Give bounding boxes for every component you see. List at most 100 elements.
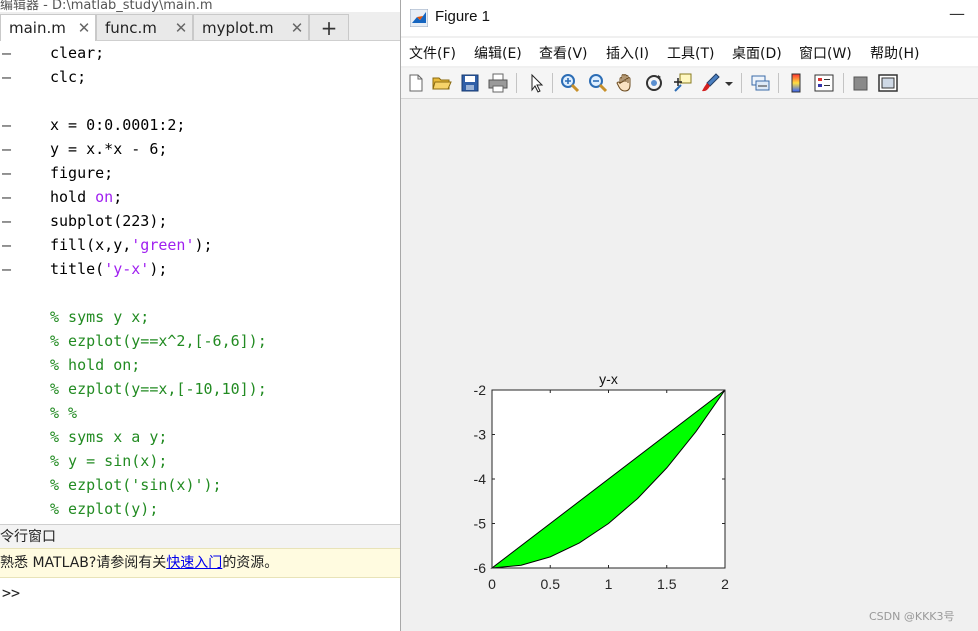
code-line[interactable]: % % bbox=[0, 401, 400, 425]
command-window-header: 令行窗口 bbox=[0, 524, 400, 549]
code-line[interactable]: – hold on; bbox=[0, 185, 400, 209]
menu-insert[interactable]: 插入(I) bbox=[606, 43, 649, 63]
code-token: hold bbox=[50, 188, 96, 206]
zoom-out-icon[interactable] bbox=[587, 72, 609, 94]
rotate-3d-icon[interactable] bbox=[643, 72, 665, 94]
menu-tools[interactable]: 工具(T) bbox=[667, 43, 714, 63]
code-text: % ezplot('sin(x)'); bbox=[50, 473, 222, 497]
code-line[interactable]: % ezplot(y); bbox=[0, 497, 400, 518]
menu-file[interactable]: 文件(F) bbox=[409, 43, 456, 63]
code-line[interactable]: – clear; bbox=[0, 41, 400, 65]
code-token: figure; bbox=[50, 164, 114, 182]
code-line[interactable]: – title('y-x'); bbox=[0, 257, 400, 281]
minimize-button[interactable]: — bbox=[949, 4, 965, 23]
y-tick-label: -4 bbox=[474, 471, 487, 487]
zoom-in-icon[interactable] bbox=[559, 72, 581, 94]
code-line[interactable]: – y = x.*x - 6; bbox=[0, 137, 400, 161]
code-line[interactable] bbox=[0, 281, 400, 305]
x-tick-label: 0.5 bbox=[541, 576, 561, 592]
code-token: clc; bbox=[50, 68, 87, 86]
code-text: hold on; bbox=[50, 185, 122, 209]
code-text: y = x.*x - 6; bbox=[50, 137, 167, 161]
breakpoint-marker[interactable]: – bbox=[2, 257, 12, 281]
pointer-icon[interactable] bbox=[525, 72, 547, 94]
close-icon[interactable]: ✕ bbox=[170, 19, 192, 37]
code-line[interactable]: – subplot(223); bbox=[0, 209, 400, 233]
code-line[interactable]: % syms x a y; bbox=[0, 425, 400, 449]
figure-title: Figure 1 bbox=[435, 8, 491, 25]
code-text: % ezplot(y==x,[-10,10]); bbox=[50, 377, 267, 401]
tab-label: main.m bbox=[9, 19, 66, 37]
code-line[interactable]: % ezplot('sin(x)'); bbox=[0, 473, 400, 497]
code-token: % ezplot(y==x^2,[-6,6]); bbox=[50, 332, 267, 350]
editor-title: 编辑器 - D:\matlab_study\main.m bbox=[0, 0, 213, 13]
menu-edit[interactable]: 编辑(E) bbox=[474, 43, 522, 63]
code-line[interactable]: % syms y x; bbox=[0, 305, 400, 329]
banner-text-prefix: 熟悉 MATLAB?请参阅有关 bbox=[0, 555, 167, 571]
code-line[interactable]: – clc; bbox=[0, 65, 400, 89]
code-text: % syms y x; bbox=[50, 305, 149, 329]
close-icon[interactable]: ✕ bbox=[286, 19, 308, 37]
add-tab-button[interactable]: + bbox=[309, 14, 349, 40]
code-token: subplot(223); bbox=[50, 212, 168, 230]
code-line[interactable] bbox=[0, 89, 400, 113]
close-icon[interactable]: ✕ bbox=[73, 19, 95, 37]
link-plot-icon[interactable] bbox=[749, 72, 771, 94]
code-line[interactable]: % hold on; bbox=[0, 353, 400, 377]
breakpoint-marker[interactable]: – bbox=[2, 65, 12, 89]
code-text: % y = sin(x); bbox=[50, 449, 167, 473]
code-line[interactable]: % y = sin(x); bbox=[0, 449, 400, 473]
getting-started-link[interactable]: 快速入门 bbox=[166, 555, 222, 571]
new-figure-icon[interactable] bbox=[405, 72, 427, 94]
print-icon[interactable] bbox=[487, 72, 509, 94]
legend-icon[interactable] bbox=[813, 72, 835, 94]
data-cursor-icon[interactable] bbox=[671, 72, 693, 94]
open-file-icon[interactable] bbox=[431, 72, 453, 94]
code-line[interactable]: – figure; bbox=[0, 161, 400, 185]
code-token: % y = sin(x); bbox=[50, 452, 168, 470]
figure-window: Figure 1 — 文件(F) 编辑(E) 查看(V) 插入(I) 工具(T)… bbox=[400, 0, 978, 631]
menu-view[interactable]: 查看(V) bbox=[539, 43, 588, 63]
axes[interactable]: 0 0.5 1 1.5 2 -2 -3 -4 -5 -6 y-x bbox=[474, 371, 730, 592]
code-area[interactable]: – clear; – clc; – x = 0:0.0001:2; – y = x.*x - … bbox=[0, 41, 400, 518]
menu-desktop[interactable]: 桌面(D) bbox=[732, 43, 782, 63]
menu-window[interactable]: 窗口(W) bbox=[799, 43, 852, 63]
y-tick-label: -6 bbox=[474, 560, 487, 576]
code-line[interactable]: – x = 0:0.0001:2; bbox=[0, 113, 400, 137]
menu-help[interactable]: 帮助(H) bbox=[870, 43, 919, 63]
code-text: clear; bbox=[50, 41, 104, 65]
code-line[interactable]: % ezplot(y==x,[-10,10]); bbox=[0, 377, 400, 401]
code-text: % syms x a y; bbox=[50, 425, 167, 449]
breakpoint-marker[interactable]: – bbox=[2, 113, 12, 137]
colorbar-icon[interactable] bbox=[785, 72, 807, 94]
code-token: % syms x a y; bbox=[50, 428, 168, 446]
pan-icon[interactable] bbox=[615, 72, 637, 94]
code-line[interactable]: – fill(x,y,'green'); bbox=[0, 233, 400, 257]
hide-plot-tools-icon[interactable] bbox=[850, 72, 872, 94]
tab-main-m[interactable]: main.m ✕ bbox=[0, 14, 96, 41]
breakpoint-marker[interactable]: – bbox=[2, 233, 12, 257]
tab-label: func.m bbox=[105, 18, 157, 37]
toolbar-separator bbox=[516, 73, 517, 93]
breakpoint-marker[interactable]: – bbox=[2, 185, 12, 209]
code-line[interactable]: % ezplot(y==x^2,[-6,6]); bbox=[0, 329, 400, 353]
figure-canvas[interactable]: 0 0.5 1 1.5 2 -2 -3 -4 -5 -6 y-x bbox=[401, 100, 978, 631]
code-token: ); bbox=[149, 260, 168, 278]
brush-icon[interactable] bbox=[699, 72, 721, 94]
code-token: % ezplot('sin(x)'); bbox=[50, 476, 222, 494]
y-tick-label: -5 bbox=[474, 516, 487, 532]
breakpoint-marker[interactable]: – bbox=[2, 209, 12, 233]
breakpoint-marker[interactable]: – bbox=[2, 137, 12, 161]
show-plot-tools-icon[interactable] bbox=[877, 72, 899, 94]
breakpoint-marker[interactable]: – bbox=[2, 161, 12, 185]
tab-func-m[interactable]: func.m ✕ bbox=[96, 14, 193, 40]
breakpoint-marker[interactable]: – bbox=[2, 41, 12, 65]
code-text: % ezplot(y); bbox=[50, 497, 158, 518]
x-tick-label: 2 bbox=[721, 576, 729, 592]
tab-myplot-m[interactable]: myplot.m ✕ bbox=[193, 14, 309, 40]
command-prompt[interactable]: >> bbox=[2, 584, 20, 602]
toolbar-separator bbox=[843, 73, 844, 93]
save-icon[interactable] bbox=[459, 72, 481, 94]
toolbar-separator bbox=[741, 73, 742, 93]
chevron-down-icon[interactable] bbox=[723, 72, 735, 94]
